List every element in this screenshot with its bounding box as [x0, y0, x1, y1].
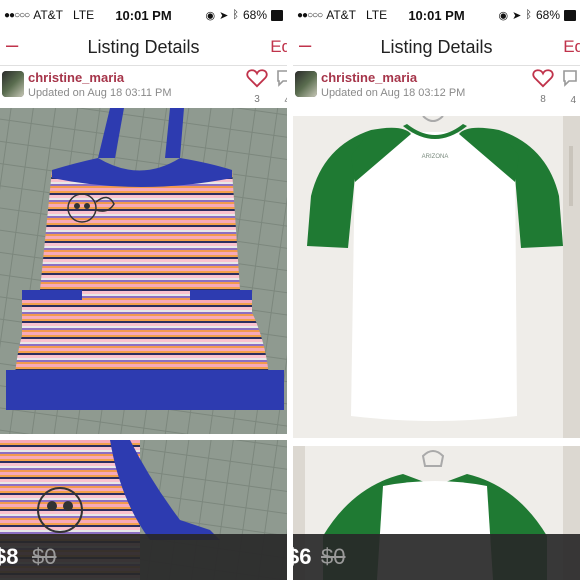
like-button[interactable]: 8 — [532, 68, 554, 105]
battery-percent: 68% — [535, 8, 560, 22]
tshirt-photo: ARIZONA — [293, 116, 580, 438]
lock-rotation-icon: ◉ — [498, 9, 509, 22]
comment-button[interactable]: 4 — [562, 69, 577, 106]
listing-photo-main[interactable] — [0, 108, 287, 434]
original-price: $0 — [32, 544, 57, 569]
edit-button[interactable]: Ed — [563, 37, 580, 57]
bluetooth-icon: ᛒ — [525, 9, 532, 21]
comment-icon — [277, 70, 287, 87]
comment-count: 4 — [570, 95, 576, 106]
like-count: 8 — [540, 94, 546, 105]
page-title: Listing Details — [380, 37, 493, 57]
comment-count: 4 — [276, 95, 287, 106]
battery-icon — [271, 9, 283, 21]
price-bar: $8 $0 — [0, 534, 287, 580]
edit-button[interactable]: Ed — [270, 37, 287, 57]
page-title: Listing Details — [87, 37, 200, 57]
seller-username[interactable]: christine_maria — [28, 70, 124, 85]
avatar[interactable] — [295, 71, 317, 97]
battery-icon — [564, 9, 576, 21]
listing-panel-left: ●●○○○ AT&T LTE 10:01 PM ◉ ➤ ᛒ 68% – List… — [0, 0, 287, 580]
like-button[interactable]: 3 — [246, 68, 268, 105]
avatar[interactable] — [2, 71, 24, 97]
updated-timestamp: Updated on Aug 18 03:11 PM — [28, 87, 172, 99]
comment-button[interactable]: 4 — [276, 69, 287, 106]
status-bar: ●●○○○ AT&T LTE 10:01 PM ◉ ➤ ᛒ 68% — [0, 0, 287, 28]
status-bar: ●●○○○ AT&T LTE 10:01 PM ◉ ➤ ᛒ 68% — [293, 0, 580, 28]
lock-rotation-icon: ◉ — [205, 9, 216, 22]
shirt-print: ARIZONA — [422, 154, 449, 160]
listing-photo-main[interactable]: ARIZONA — [293, 116, 580, 438]
price-bar: $6 $0 — [293, 534, 580, 580]
comment-icon — [563, 70, 577, 87]
seller-row: christine_maria Updated on Aug 18 03:12 … — [293, 66, 580, 106]
original-price: $0 — [321, 544, 346, 569]
listing-panel-right: ●●○○○ AT&T LTE 10:01 PM ◉ ➤ ᛒ 68% – List… — [293, 0, 580, 580]
price: $6 — [293, 544, 312, 569]
price: $8 — [0, 544, 19, 569]
seller-row: christine_maria Updated on Aug 18 03:11 … — [0, 66, 287, 106]
battery-percent: 68% — [242, 8, 267, 22]
nav-bar: – Listing Details Ed — [0, 28, 287, 66]
dress-photo — [0, 108, 287, 434]
listing-photo-secondary[interactable]: $6 $0 — [293, 446, 580, 580]
location-icon: ➤ — [219, 9, 229, 22]
nav-bar: – Listing Details Ed — [293, 28, 580, 66]
like-count: 3 — [254, 94, 260, 105]
bluetooth-icon: ᛒ — [232, 9, 239, 21]
heart-icon — [532, 69, 554, 88]
updated-timestamp: Updated on Aug 18 03:12 PM — [321, 87, 466, 99]
location-icon: ➤ — [512, 9, 522, 22]
listing-photo-secondary[interactable]: $8 $0 — [0, 440, 287, 580]
seller-username[interactable]: christine_maria — [321, 70, 417, 85]
heart-icon — [246, 69, 268, 88]
